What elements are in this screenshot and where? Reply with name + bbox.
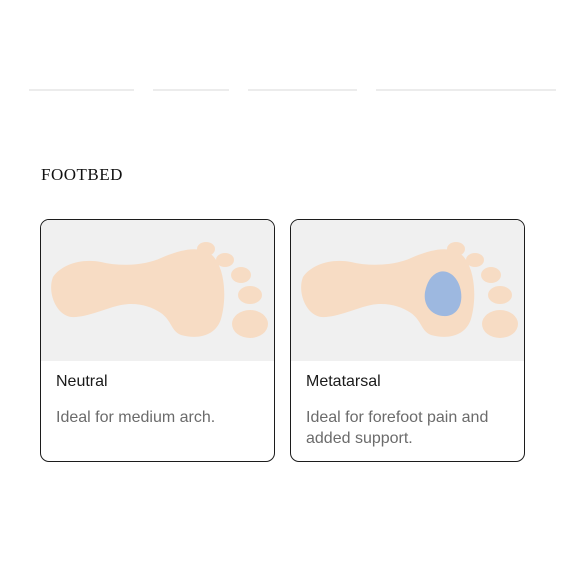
- footbed-image: [291, 220, 524, 361]
- option-title: Neutral: [56, 373, 108, 390]
- footprint-icon: [301, 242, 518, 338]
- option-title: Metatarsal: [306, 373, 381, 390]
- option-description: Ideal for medium arch.: [56, 409, 216, 426]
- tab-divider-3: [248, 89, 357, 91]
- option-description: Ideal for forefoot pain and added suppor…: [306, 409, 489, 447]
- footbed-option-neutral[interactable]: Neutral Ideal for medium arch.: [40, 219, 275, 462]
- section-title: FOOTBED: [41, 165, 123, 184]
- footprint-icon: [51, 242, 268, 338]
- tab-divider-1: [29, 89, 134, 91]
- footbed-image: [41, 220, 274, 361]
- footbed-option-metatarsal[interactable]: Metatarsal Ideal for forefoot pain and a…: [290, 219, 525, 462]
- tab-divider-4: [376, 89, 556, 91]
- tab-divider-2: [153, 89, 229, 91]
